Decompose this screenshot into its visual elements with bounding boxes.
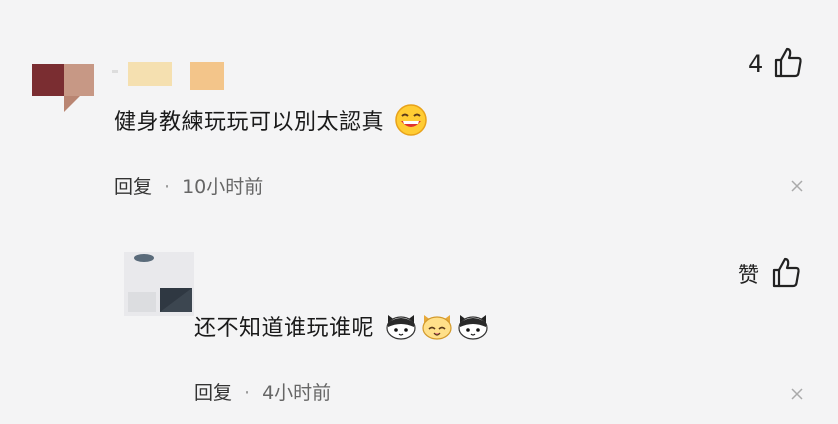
thumbs-up-icon: [773, 46, 803, 82]
thumbs-up-icon: [771, 256, 801, 292]
close-icon[interactable]: [790, 386, 804, 405]
like-button[interactable]: 4: [748, 46, 803, 82]
timestamp: 10小时前: [182, 176, 264, 198]
grinning-face-emoji: [394, 103, 428, 143]
like-count: 4: [748, 50, 764, 78]
comment-meta: 回复 · 10小时前: [114, 172, 263, 199]
like-label: 赞: [738, 263, 759, 287]
comment-text-content: 健身教練玩玩可以別太認真: [114, 110, 385, 135]
comment-meta: 回复 · 4小时前: [194, 378, 331, 405]
cat-face-emoji: [420, 311, 454, 347]
comment-text-content: 还不知道谁玩谁呢: [194, 316, 375, 341]
timestamp: 4小时前: [262, 382, 332, 404]
comment-text: 健身教練玩玩可以別太認真: [114, 103, 428, 143]
avatar[interactable]: [30, 62, 96, 118]
separator-dot: ·: [244, 382, 251, 404]
cat-face-emoji: [384, 311, 418, 347]
avatar[interactable]: [124, 252, 194, 316]
cat-face-emoji: [456, 311, 490, 347]
reply-button[interactable]: 回复: [194, 382, 232, 404]
username[interactable]: [112, 60, 228, 96]
reply-button[interactable]: 回复: [114, 176, 152, 198]
separator-dot: ·: [164, 176, 171, 198]
like-button[interactable]: 赞: [738, 256, 801, 292]
comment-text: 还不知道谁玩谁呢: [194, 310, 490, 347]
close-icon[interactable]: [790, 178, 804, 197]
